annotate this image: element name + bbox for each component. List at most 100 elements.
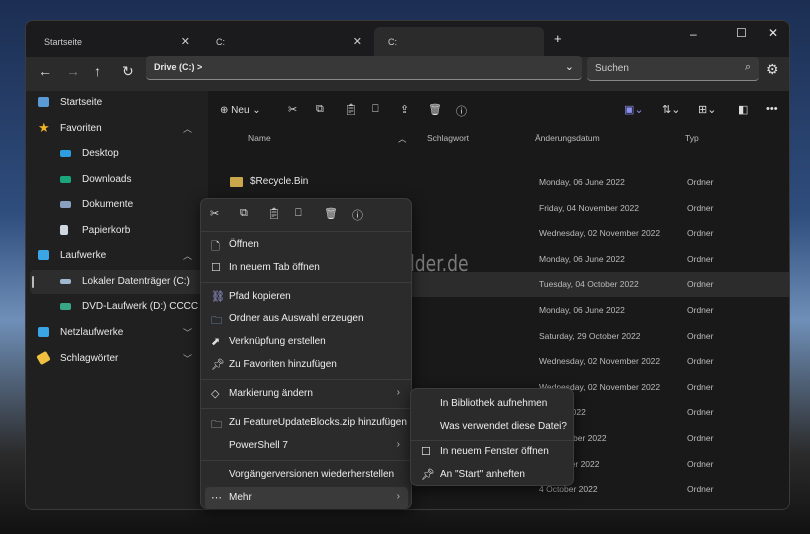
new-button[interactable]: ⊕ Neu ⌄ <box>220 105 261 116</box>
menu-item-restore-previous[interactable]: Vorgängerversionen wiederherstellen <box>205 464 408 486</box>
menu-item-powershell[interactable]: PowerShell 7 › <box>205 435 408 457</box>
submenu-item-pin-start[interactable]: 📌︎ An "Start" anheften <box>415 464 570 486</box>
sidebar-item-desktop[interactable]: Desktop <box>26 142 206 166</box>
drive-icon <box>60 279 71 284</box>
delete-icon[interactable]: 🗑︎ <box>324 207 338 220</box>
file-type: Ordner <box>687 484 714 495</box>
more-options-icon[interactable]: ••• <box>766 103 778 115</box>
cut-icon[interactable]: ✂ <box>210 207 219 220</box>
properties-icon[interactable]: ⓘ <box>352 207 363 223</box>
details-pane-icon[interactable]: ◧ <box>738 103 748 116</box>
address-dropdown-icon[interactable]: ⌄ <box>565 60 574 73</box>
address-bar[interactable]: Drive (C:) > ⌄ <box>146 56 582 80</box>
submenu-item-open-new-window[interactable]: ☐ In neuem Fenster öffnen <box>415 441 570 463</box>
refresh-button[interactable]: ↻ <box>122 63 134 80</box>
file-type: Ordner <box>687 177 714 187</box>
close-tab-icon[interactable]: ✕ <box>181 35 190 48</box>
minimize-button[interactable]: – <box>690 27 697 41</box>
file-type: Ordner <box>687 305 714 315</box>
delete-icon[interactable]: 🗑︎ <box>428 103 442 116</box>
copy-icon[interactable]: ⧉ <box>316 103 324 116</box>
chevron-down-icon[interactable]: ﹀ <box>183 352 192 365</box>
more-submenu: In Bibliothek aufnehmen Was verwendet di… <box>410 388 574 486</box>
file-type: Ordner <box>687 381 714 392</box>
paste-icon[interactable]: 📋︎ <box>267 207 281 220</box>
column-header-tag[interactable]: Schlagwort <box>427 133 469 143</box>
menu-item-create-shortcut[interactable]: ⬈ Verknüpfung erstellen <box>205 331 408 353</box>
paste-icon[interactable]: 📋︎ <box>344 103 358 116</box>
new-tab-icon: ☐ <box>211 262 221 274</box>
rename-icon[interactable]: ⎕ <box>372 103 379 116</box>
dvd-drive-icon <box>60 303 71 310</box>
share-icon[interactable]: ⇪ <box>400 103 409 116</box>
file-type: Ordner <box>687 202 714 213</box>
sidebar-item-netzlaufwerke[interactable]: Netzlaufwerke ﹀ <box>26 321 206 345</box>
settings-gear-icon[interactable]: ⚙ <box>766 61 779 78</box>
chevron-up-icon[interactable]: ︿ <box>183 249 192 262</box>
file-date: Friday, 04 November 2022 <box>539 202 640 213</box>
menu-item-more[interactable]: ⋯ Mehr › <box>205 487 408 509</box>
sort-icon[interactable]: ⇅⌄ <box>662 103 680 116</box>
close-window-button[interactable]: ✕ <box>768 26 778 40</box>
menu-item-change-tag[interactable]: ◇ Markierung ändern › <box>205 383 408 405</box>
sidebar-item-favoriten[interactable]: ★ Favoriten ︿ <box>26 117 206 141</box>
recycle-bin-icon <box>60 225 68 235</box>
file-type: Ordner <box>687 356 714 367</box>
menu-item-add-favorites[interactable]: 📌︎ Zu Favoriten hinzufügen <box>205 354 408 376</box>
sidebar-item-downloads[interactable]: Downloads <box>26 168 206 192</box>
maximize-button[interactable]: ☐ <box>736 26 747 40</box>
rename-icon[interactable]: ⎕ <box>295 207 302 220</box>
file-row[interactable]: $Recycle.Bin Monday, 06 June 2022 Ordner <box>216 170 789 195</box>
select-icon[interactable]: ▣⌄ <box>624 103 644 116</box>
plus-circle-icon: ⊕ <box>220 105 229 116</box>
menu-item-open-new-tab[interactable]: ☐ In neuem Tab öffnen <box>205 257 408 279</box>
shortcut-icon: ⬈ <box>211 336 221 348</box>
file-date: Monday, 06 June 2022 <box>539 305 625 315</box>
downloads-folder-icon <box>60 176 71 183</box>
close-tab-icon[interactable]: ✕ <box>353 35 362 48</box>
back-button[interactable]: ← <box>38 63 52 79</box>
copy-icon[interactable]: ⧉ <box>240 207 248 220</box>
desktop-folder-icon <box>60 150 71 157</box>
chevron-down-icon[interactable]: ﹀ <box>183 326 192 339</box>
up-button[interactable]: ↑ <box>94 63 101 79</box>
file-date: Saturday, 29 October 2022 <box>539 330 641 341</box>
breadcrumb-drive[interactable]: Drive (C:) <box>154 62 195 72</box>
menu-item-folder-from-selection[interactable]: 🗀︎ Ordner aus Auswahl erzeugen <box>205 308 408 330</box>
column-header-date[interactable]: Änderungsdatum <box>535 133 600 143</box>
new-tab-button[interactable]: + <box>554 31 562 46</box>
file-name: $Recycle.Bin <box>250 176 309 187</box>
sidebar-item-startseite[interactable]: Startseite <box>26 91 206 115</box>
menu-item-add-to-zip[interactable]: 🗀︎ Zu FeatureUpdateBlocks.zip hinzufügen <box>205 412 408 434</box>
tag-icon <box>36 350 51 366</box>
sidebar-item-schlagwoerter[interactable]: Schlagwörter ﹀ <box>26 347 206 371</box>
tab-c-1[interactable]: C: ✕ <box>202 27 372 57</box>
submenu-item-add-library[interactable]: In Bibliothek aufnehmen <box>415 393 570 415</box>
search-icon: ⌕ <box>744 61 751 73</box>
chevron-up-icon[interactable]: ︿ <box>183 122 192 135</box>
file-type: Ordner <box>687 253 714 264</box>
forward-button[interactable]: → <box>66 63 80 79</box>
file-type: Ordner <box>687 330 714 341</box>
sidebar-item-papierkorb[interactable]: Papierkorb <box>26 219 206 243</box>
column-header-type[interactable]: Typ <box>685 133 699 143</box>
cut-icon[interactable]: ✂ <box>288 103 297 116</box>
properties-icon[interactable]: ⓘ <box>456 103 467 119</box>
tab-startseite[interactable]: Startseite ✕ <box>30 27 200 57</box>
tab-c-2[interactable]: C: <box>374 27 544 57</box>
menu-item-open[interactable]: 🗋︎ Öffnen <box>205 234 408 256</box>
column-header-name[interactable]: Name <box>248 133 271 143</box>
view-layout-icon[interactable]: ⊞⌄ <box>698 103 716 116</box>
sidebar-item-local-disk-c[interactable]: Lokaler Datenträger (C:) <box>30 270 206 294</box>
sidebar-item-laufwerke[interactable]: Laufwerke ︿ <box>26 244 206 268</box>
breadcrumb-chevron-icon[interactable]: > <box>197 62 202 72</box>
file-date: Monday, 06 June 2022 <box>539 253 625 264</box>
sidebar-item-dvd-drive-d[interactable]: DVD-Laufwerk (D:) CCCC <box>26 295 206 319</box>
search-placeholder: Suchen <box>595 63 629 74</box>
chevron-right-icon: › <box>396 439 400 450</box>
sidebar-item-dokumente[interactable]: Dokumente <box>26 193 206 217</box>
menu-item-copy-path[interactable]: ⛓︎ Pfad kopieren <box>205 286 408 308</box>
search-input[interactable]: Suchen ⌕ <box>587 57 759 81</box>
submenu-item-what-uses-file[interactable]: Was verwendet diese Datei? <box>415 416 570 438</box>
sidebar: Startseite ★ Favoriten ︿ Desktop Downloads… <box>26 91 208 509</box>
